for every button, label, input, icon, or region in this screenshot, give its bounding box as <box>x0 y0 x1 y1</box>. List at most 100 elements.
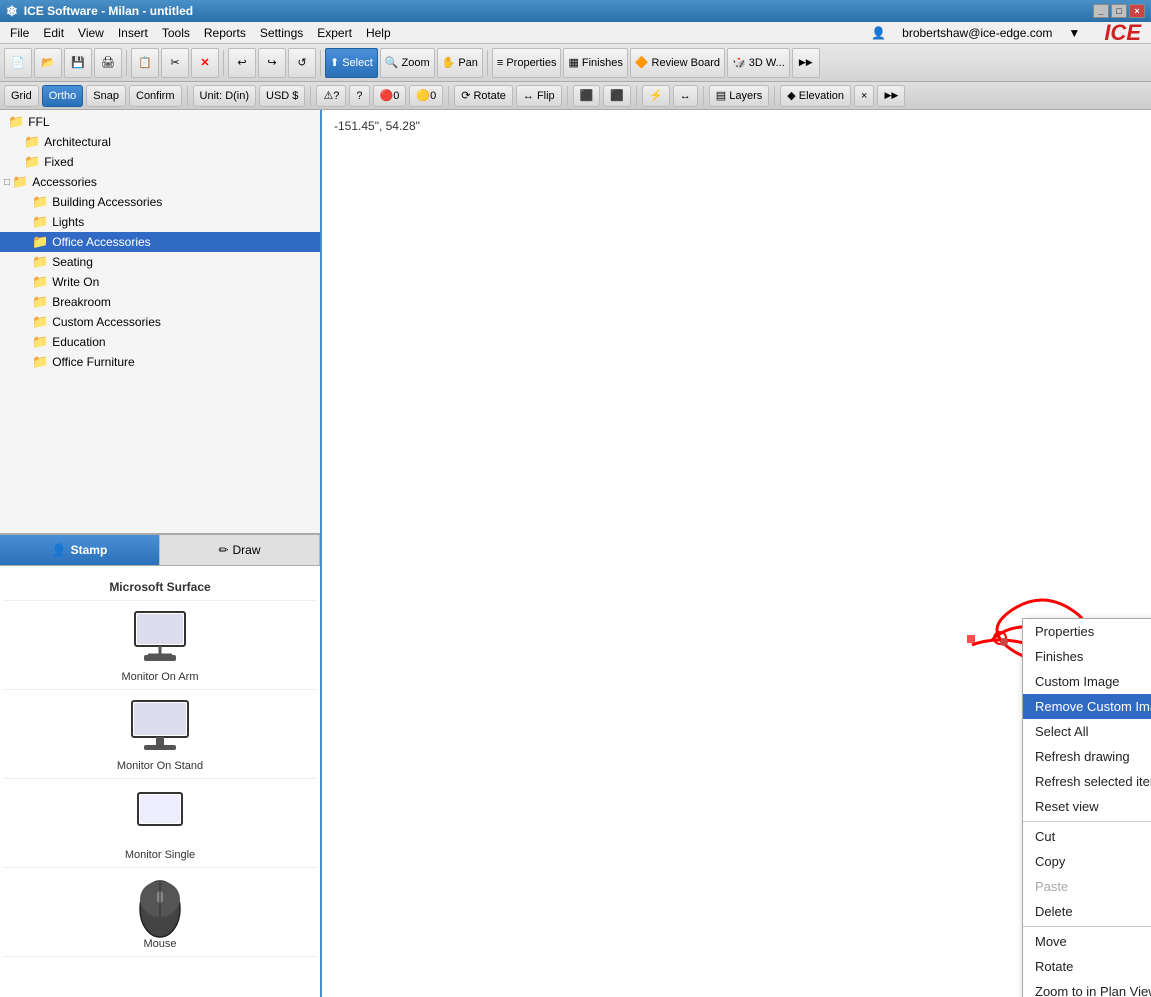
rotate-toolbar-button[interactable]: ⟳ Rotate <box>454 85 513 107</box>
maximize-button[interactable]: □ <box>1111 4 1127 18</box>
tree-item-ffl[interactable]: 📁 FFL <box>0 112 320 132</box>
toolbar-copy-button[interactable]: 📋 <box>131 48 159 78</box>
tree-item-breakroom[interactable]: 📁 Breakroom <box>0 292 320 312</box>
flip-button[interactable]: ↔ Flip <box>516 85 562 107</box>
tree-item-office-acc[interactable]: 📁 Office Accessories <box>0 232 320 252</box>
cm-refresh-drawing[interactable]: Refresh drawing <box>1023 744 1151 769</box>
stamp-tab[interactable]: 👤 Stamp <box>0 535 160 565</box>
warning-count[interactable]: 🟡 0 <box>409 85 443 107</box>
bottom-toolbar: Grid Ortho Snap Confirm Unit: D(in) USD … <box>0 82 1151 110</box>
menu-insert[interactable]: Insert <box>112 24 154 42</box>
tree-item-lights[interactable]: 📁 Lights <box>0 212 320 232</box>
menu-expert[interactable]: Expert <box>311 24 358 42</box>
align-right-button[interactable]: ⬛ <box>603 85 631 107</box>
unit-button[interactable]: Unit: D(in) <box>193 85 257 107</box>
product-item-mouse[interactable]: Mouse <box>4 868 316 957</box>
tree-item-accessories[interactable]: □ 📁 Accessories <box>0 172 320 192</box>
help-btn[interactable]: ? <box>349 85 369 107</box>
cm-zoom-plan[interactable]: Zoom to in Plan View <box>1023 979 1151 997</box>
cm-properties[interactable]: Properties <box>1023 619 1151 644</box>
layers-button[interactable]: ▤ Layers <box>709 85 769 107</box>
tree-item-education[interactable]: 📁 Education <box>0 332 320 352</box>
cm-delete[interactable]: Delete <box>1023 899 1151 924</box>
toolbar-sep-1 <box>126 50 127 76</box>
distribute-button[interactable]: ↔ <box>673 85 698 107</box>
finishes-button[interactable]: ▦ Finishes <box>563 48 627 78</box>
product-gallery: Microsoft Surface Monitor On Arm <box>0 566 320 997</box>
error-count[interactable]: 🔴 0 <box>373 85 407 107</box>
menu-reports[interactable]: Reports <box>198 24 252 42</box>
snap-button[interactable]: Snap <box>86 85 126 107</box>
cm-select-all[interactable]: Select All <box>1023 719 1151 744</box>
cut-button[interactable]: ✂ <box>161 48 189 78</box>
align-left-button[interactable]: ⬛ <box>573 85 601 107</box>
menu-file[interactable]: File <box>4 24 35 42</box>
cm-remove-custom-image[interactable]: Remove Custom Image <box>1023 694 1151 719</box>
tree-item-custom-acc[interactable]: 📁 Custom Accessories <box>0 312 320 332</box>
ortho-button[interactable]: Ortho <box>42 85 84 107</box>
cm-cut[interactable]: Cut <box>1023 824 1151 849</box>
cm-refresh-selected[interactable]: Refresh selected items <box>1023 769 1151 794</box>
menu-edit[interactable]: Edit <box>37 24 70 42</box>
3d-view-button[interactable]: 🎲 3D W... <box>727 48 790 78</box>
user-email[interactable]: brobertshaw@ice-edge.com <box>896 24 1058 42</box>
cm-move[interactable]: Move <box>1023 929 1151 954</box>
redo-button[interactable]: ↪ <box>258 48 286 78</box>
tree-item-architectural[interactable]: 📁 Architectural <box>0 132 320 152</box>
zoom-button[interactable]: 🔍 Zoom <box>380 48 435 78</box>
lightning-button[interactable]: ⚡ <box>642 85 670 107</box>
stamp-icon: 👤 <box>52 543 67 557</box>
undo-button[interactable]: ↩ <box>228 48 256 78</box>
cm-finishes[interactable]: Finishes <box>1023 644 1151 669</box>
elevation-button[interactable]: ◆ Elevation <box>780 85 851 107</box>
user-dropdown-icon[interactable]: ▼ <box>1062 24 1086 42</box>
cm-reset-view[interactable]: Reset view <box>1023 794 1151 819</box>
save-button[interactable]: 💾 <box>64 48 92 78</box>
draw-tab[interactable]: ✏ Draw <box>160 535 320 565</box>
product-item-monitor-stand[interactable]: Monitor On Stand <box>4 690 316 779</box>
tree-item-write-on[interactable]: 📁 Write On <box>0 272 320 292</box>
tree-item-building-acc[interactable]: 📁 Building Accessories <box>0 192 320 212</box>
product-item-monitor-arm[interactable]: Monitor On Arm <box>4 601 316 690</box>
menu-view[interactable]: View <box>72 24 110 42</box>
pan-label: Pan <box>458 57 478 69</box>
menu-tools[interactable]: Tools <box>156 24 196 42</box>
bt-sep-7 <box>774 86 775 106</box>
warning-button[interactable]: ⚠? <box>316 85 346 107</box>
more-button[interactable]: ▶▶ <box>877 85 905 107</box>
delete-button[interactable]: ✕ <box>191 48 219 78</box>
cm-copy[interactable]: Copy <box>1023 849 1151 874</box>
confirm-button[interactable]: Confirm <box>129 85 182 107</box>
title-controls: _ □ × <box>1093 4 1145 18</box>
close-button[interactable]: × <box>1129 4 1145 18</box>
currency-button[interactable]: USD $ <box>259 85 305 107</box>
properties-button[interactable]: ≡ Properties <box>492 48 562 78</box>
menu-help[interactable]: Help <box>360 24 397 42</box>
new-button[interactable]: 📄 <box>4 48 32 78</box>
tree-item-seating[interactable]: 📁 Seating <box>0 252 320 272</box>
folder-icon: 📁 <box>32 294 48 310</box>
select-tool-button[interactable]: ⬆ Select <box>325 48 378 78</box>
folder-icon: 📁 <box>32 274 48 290</box>
product-img-monitor-arm <box>120 607 200 667</box>
tree-item-office-furn[interactable]: 📁 Office Furniture <box>0 352 320 372</box>
grid-button[interactable]: Grid <box>4 85 39 107</box>
close-x-button[interactable]: × <box>854 85 874 107</box>
open-button[interactable]: 📂 <box>34 48 62 78</box>
review-board-button[interactable]: 🔶 Review Board <box>630 48 725 78</box>
bt-sep-2 <box>310 86 311 106</box>
mouse-svg <box>120 869 200 939</box>
cm-rotate[interactable]: Rotate <box>1023 954 1151 979</box>
canvas-area[interactable]: -151.45", 54.28" Properties Finishes Cus… <box>322 110 1151 997</box>
print-button[interactable]: 🖨 <box>94 48 122 78</box>
refresh-button[interactable]: ↺ <box>288 48 316 78</box>
product-item-monitor-single[interactable]: Monitor Single <box>4 779 316 868</box>
review-board-icon: 🔶 <box>635 56 649 69</box>
tree-item-fixed[interactable]: 📁 Fixed <box>0 152 320 172</box>
more-tools-button[interactable]: ▶▶ <box>792 48 820 78</box>
menu-settings[interactable]: Settings <box>254 24 309 42</box>
print-icon: 🖨 <box>101 56 115 69</box>
minimize-button[interactable]: _ <box>1093 4 1109 18</box>
cm-custom-image[interactable]: Custom Image <box>1023 669 1151 694</box>
pan-button[interactable]: ✋ Pan <box>437 48 483 78</box>
